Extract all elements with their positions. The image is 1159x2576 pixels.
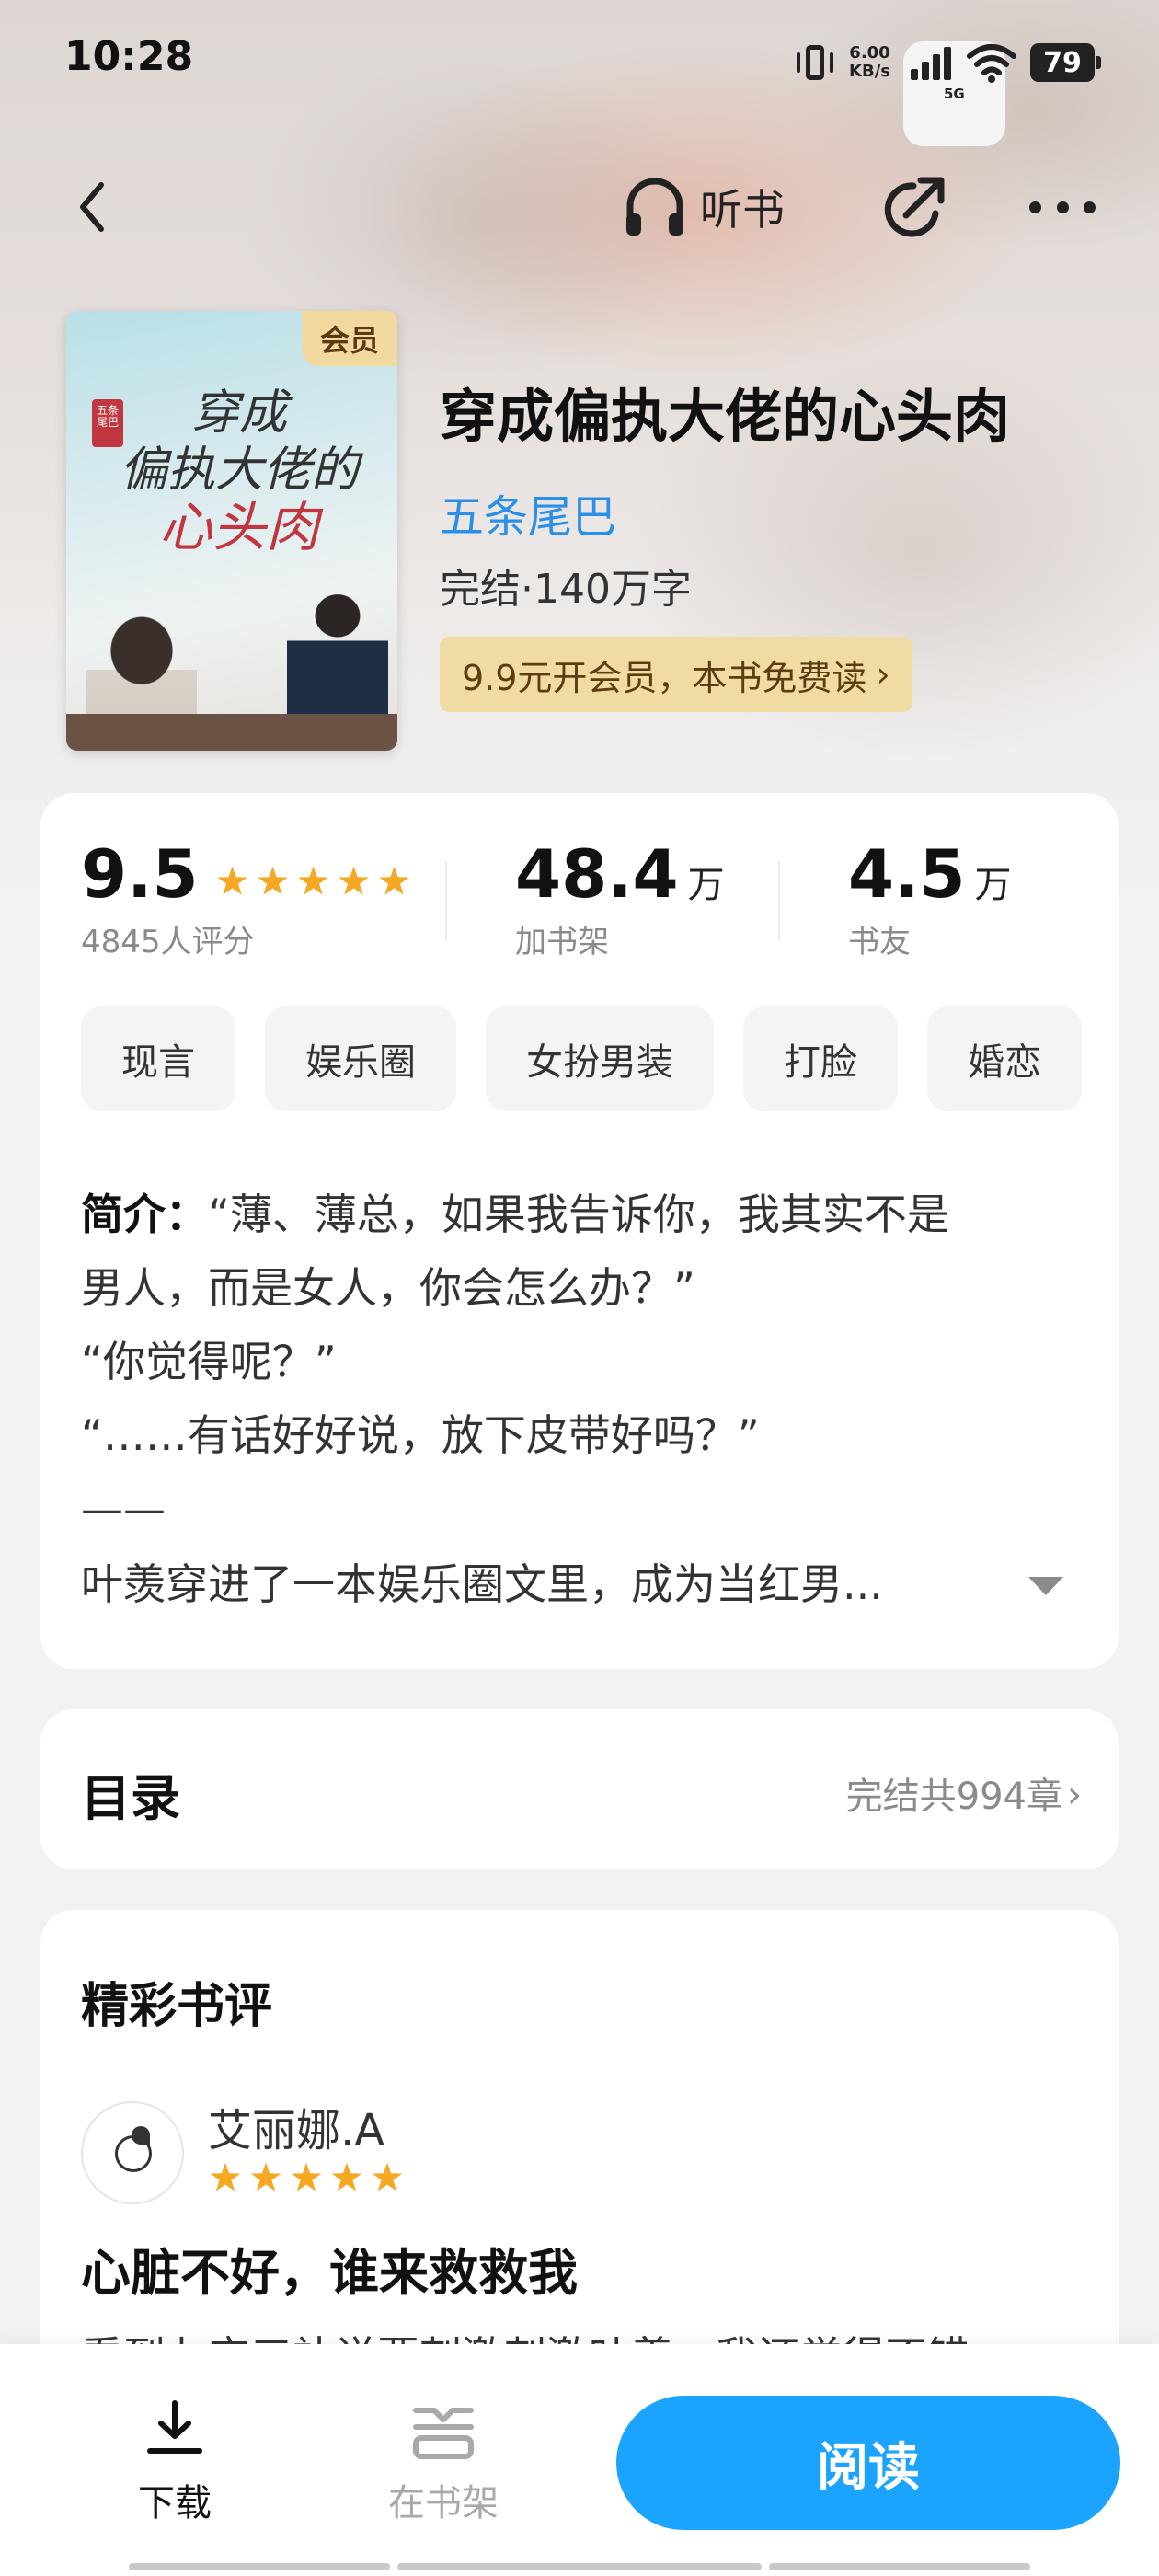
more-button[interactable]: [1026, 175, 1099, 239]
chevron-right-icon: ›: [876, 654, 890, 695]
star-icon: [291, 2162, 322, 2191]
status-icons: 6.00 KB/s 5G 79: [794, 37, 1101, 146]
star-icon: [331, 2162, 362, 2191]
star-icon: [217, 866, 247, 895]
bookshelf-label: 在书架: [388, 2482, 499, 2524]
synopsis-prefix: 简介：: [81, 1190, 208, 1239]
star-icon: [298, 866, 328, 895]
status-bar: 10:28 6.00 KB/s 5G 79: [0, 0, 1159, 146]
read-button[interactable]: 阅读: [616, 2396, 1120, 2530]
book-status: 完结·140万字: [440, 566, 692, 613]
cover-title-line2: 偏执大佬的: [119, 443, 359, 498]
more-icon-dot: [1056, 201, 1069, 213]
listen-label: 听书: [700, 185, 785, 235]
friends-label: 书友: [848, 924, 911, 960]
stats-divider: [445, 861, 447, 940]
cover-title-line1: 穿成: [190, 385, 287, 441]
tag-list: 现言 娱乐圈 女扮男装 打脸 婚恋: [81, 1006, 1119, 1113]
expand-triangle-icon[interactable]: [1028, 1577, 1063, 1595]
vibrate-icon: [794, 41, 836, 84]
bottom-action-bar: 下载 在书架 阅读: [0, 2344, 1159, 2576]
star-icon: [379, 866, 409, 895]
system-gesture-bar: [0, 2559, 1159, 2576]
download-button[interactable]: 下载: [120, 2398, 230, 2536]
vip-badge: 会员: [302, 311, 397, 366]
back-icon: [80, 182, 104, 232]
gesture-bar-segment: [129, 2563, 390, 2570]
cover-title-line3: 心头肉: [158, 496, 319, 558]
synopsis-line: “你觉得呢？”: [81, 1337, 337, 1386]
avatar[interactable]: [81, 2101, 184, 2204]
top-navigation: 听书: [0, 156, 1159, 258]
vip-promo-button[interactable]: 9.9元开会员，本书免费读 ›: [440, 637, 912, 712]
download-icon: [147, 2400, 202, 2454]
gesture-bar-segment: [397, 2563, 762, 2570]
headphones-icon: [626, 178, 683, 236]
review-title[interactable]: 心脏不好，谁来救救我: [81, 2232, 578, 2305]
friends-unit: 万: [974, 864, 1012, 906]
shelf-stat: 48.4 万 加书架: [515, 835, 725, 960]
star-icon: [339, 866, 369, 895]
more-icon-dot: [1084, 201, 1096, 213]
synopsis-line: ——: [81, 1484, 166, 1534]
star-icon: [210, 2162, 241, 2191]
cellular-signal-icon: 5G: [903, 41, 1005, 146]
network-speed-value: 6.00: [849, 43, 890, 63]
download-label: 下载: [138, 2482, 212, 2524]
share-button[interactable]: [878, 173, 950, 245]
synopsis-truncated-line: 叶羡穿进了一本娱乐圈文里，成为当红男...: [81, 1559, 883, 1609]
toc-chapter-count: 完结共994章: [845, 1776, 1063, 1818]
more-icon-dot: [1029, 201, 1041, 213]
wifi-icon: [966, 41, 1017, 84]
stats-divider: [778, 861, 780, 940]
book-info-card: 9.5 4845人评分 48.4 万 加书架 4.5 万 书友 现言 娱乐圈 女…: [40, 793, 1119, 1669]
rating-stat[interactable]: 9.5 4845人评分: [81, 835, 410, 960]
shelf-unit: 万: [687, 864, 725, 906]
bookshelf-icon: [413, 2408, 474, 2459]
reviews-heading: 精彩书评: [81, 1979, 273, 2034]
vip-promo-label: 9.9元开会员，本书免费读: [462, 657, 867, 698]
reviewer-name[interactable]: 艾丽娜.A: [208, 2094, 384, 2158]
share-icon: [884, 177, 945, 237]
tag-chip[interactable]: 打脸: [743, 1006, 898, 1111]
tag-chip[interactable]: 现言: [81, 1006, 235, 1111]
rating-count: 4845人评分: [81, 924, 255, 960]
bookshelf-button[interactable]: 在书架: [370, 2398, 517, 2536]
synopsis-line: 男人，而是女人，你会怎么办？”: [81, 1263, 695, 1313]
network-speed: 6.00 KB/s: [849, 44, 890, 81]
star-icon: [258, 866, 288, 895]
toc-title: 目录: [81, 1769, 180, 1827]
gesture-bar-segment: [769, 2563, 1030, 2570]
synopsis-line: 简介：“薄、薄总，如果我告诉你，我其实不是: [81, 1178, 1084, 1251]
tag-chip[interactable]: 婚恋: [927, 1006, 1082, 1111]
cover-title: 穿成 偏执大佬的 心头肉: [92, 385, 386, 556]
tag-chip[interactable]: 娱乐圈: [265, 1006, 456, 1111]
friends-stat[interactable]: 4.5 万 书友: [848, 835, 1012, 960]
rating-stars: [217, 866, 410, 897]
synopsis[interactable]: 简介：“薄、薄总，如果我告诉你，我其实不是 男人，而是女人，你会怎么办？” “你…: [81, 1178, 1084, 1546]
status-time: 10:28: [64, 33, 194, 80]
back-button[interactable]: [64, 175, 120, 239]
star-icon: [372, 2162, 403, 2191]
friends-value: 4.5: [848, 835, 966, 913]
book-title: 穿成偏执大佬的心头肉: [440, 383, 1011, 450]
chevron-right-icon: ›: [1067, 1774, 1082, 1816]
review-stars: [210, 2162, 403, 2193]
synopsis-text: “薄、薄总，如果我告诉你，我其实不是: [208, 1190, 949, 1239]
shelf-label: 加书架: [515, 924, 609, 960]
battery-indicator: 79: [1030, 43, 1101, 82]
author-link[interactable]: 五条尾巴: [440, 480, 616, 545]
table-of-contents-card[interactable]: 目录 完结共994章 ›: [40, 1709, 1119, 1869]
avatar-dog-icon: [108, 2126, 157, 2179]
synopsis-line: “……有话好好说，放下皮带好吗？”: [81, 1410, 760, 1460]
listen-button[interactable]: 听书: [621, 173, 785, 241]
cover-illustration-ground: [66, 714, 397, 751]
star-icon: [250, 2162, 281, 2191]
tag-chip[interactable]: 女扮男装: [486, 1006, 714, 1111]
book-cover[interactable]: 五条尾巴 穿成 偏执大佬的 心头肉 会员: [66, 311, 397, 751]
network-speed-unit: KB/s: [849, 62, 890, 81]
stats-row: 9.5 4845人评分 48.4 万 加书架 4.5 万 书友: [40, 835, 1119, 960]
rating-value: 9.5: [81, 835, 199, 913]
shelf-value: 48.4: [515, 835, 679, 913]
